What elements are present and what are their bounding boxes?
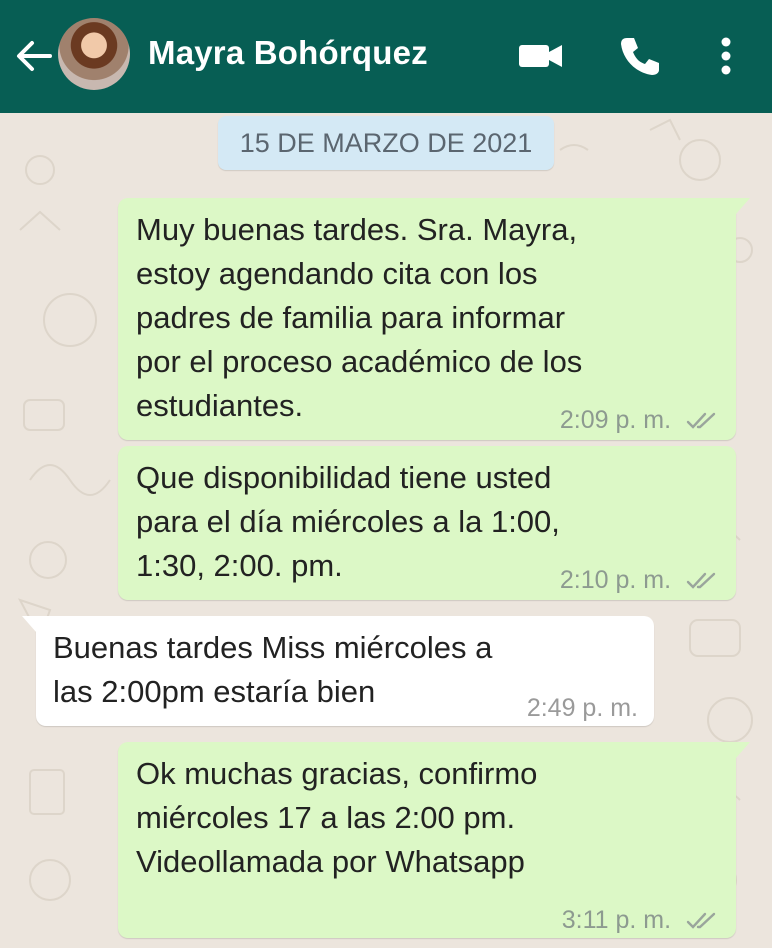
message-outgoing[interactable]: Que disponibilidad tiene usted para el d… xyxy=(118,446,736,600)
double-check-icon xyxy=(686,573,716,590)
message-time: 2:09 p. m. xyxy=(559,406,672,434)
arrow-left-icon[interactable] xyxy=(14,36,54,76)
message-meta: 3:11 p. m. xyxy=(562,898,720,942)
message-meta: 2:49 p. m. xyxy=(527,686,638,730)
message-incoming[interactable]: Buenas tardes Miss miércoles a las 2:00p… xyxy=(22,616,654,726)
message-outgoing[interactable]: Ok muchas gracias, confirmo miércoles 17… xyxy=(118,742,750,938)
bubble-tail xyxy=(736,198,750,214)
contact-name[interactable]: Mayra Bohórquez xyxy=(148,34,428,72)
message-text: Que disponibilidad tiene usted para el d… xyxy=(136,460,560,583)
message-time: 3:11 p. m. xyxy=(561,906,672,934)
message-outgoing[interactable]: Muy buenas tardes. Sra. Mayra, estoy age… xyxy=(118,198,750,442)
double-check-icon xyxy=(686,913,716,930)
date-divider: 15 DE MARZO DE 2021 xyxy=(218,116,554,170)
phone-icon[interactable] xyxy=(618,34,662,78)
double-check-icon xyxy=(686,413,716,430)
chat-header: Mayra Bohórquez xyxy=(0,0,772,113)
message-text: Ok muchas gracias, confirmo miércoles 17… xyxy=(136,756,538,879)
message-time: 2:10 p. m. xyxy=(559,566,672,594)
message-text: Muy buenas tardes. Sra. Mayra, estoy age… xyxy=(136,212,583,423)
message-text: Buenas tardes Miss miércoles a las 2:00p… xyxy=(53,630,493,709)
bubble-tail xyxy=(22,616,36,632)
message-meta: 2:09 p. m. xyxy=(560,398,720,442)
avatar[interactable] xyxy=(58,18,130,90)
message-time: 2:49 p. m. xyxy=(526,694,638,722)
bubble-tail xyxy=(736,742,750,758)
more-vert-icon[interactable] xyxy=(716,34,736,78)
message-meta: 2:10 p. m. xyxy=(560,558,720,602)
video-camera-icon[interactable] xyxy=(518,34,564,78)
